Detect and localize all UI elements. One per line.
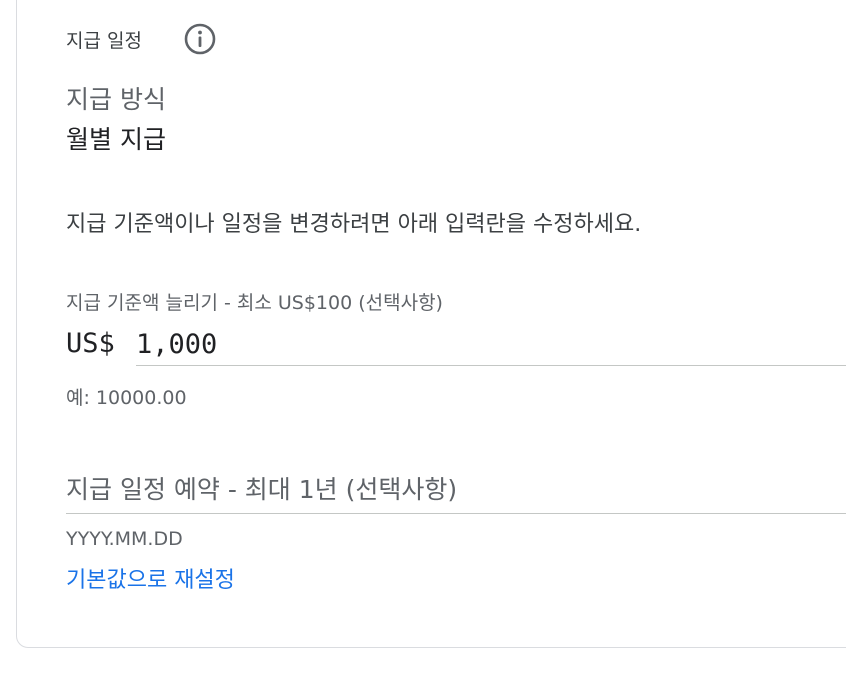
payment-method-label: 지급 방식: [66, 85, 166, 114]
threshold-input[interactable]: [136, 324, 846, 366]
payment-method-value: 월별 지급: [66, 125, 166, 154]
section-title: 지급 일정: [66, 30, 142, 52]
help-text: 지급 기준액이나 일정을 변경하려면 아래 입력란을 수정하세요.: [66, 212, 642, 237]
reset-to-default-link[interactable]: 기본값으로 재설정: [66, 562, 235, 594]
schedule-date-input[interactable]: [66, 466, 846, 514]
currency-prefix: US$: [66, 328, 115, 359]
threshold-hint: 예: 10000.00: [66, 387, 187, 409]
threshold-field-label: 지급 기준액 늘리기 - 최소 US$100 (선택사항): [66, 292, 443, 314]
date-format-hint: YYYY.MM.DD: [66, 528, 183, 550]
info-icon[interactable]: [183, 22, 217, 56]
